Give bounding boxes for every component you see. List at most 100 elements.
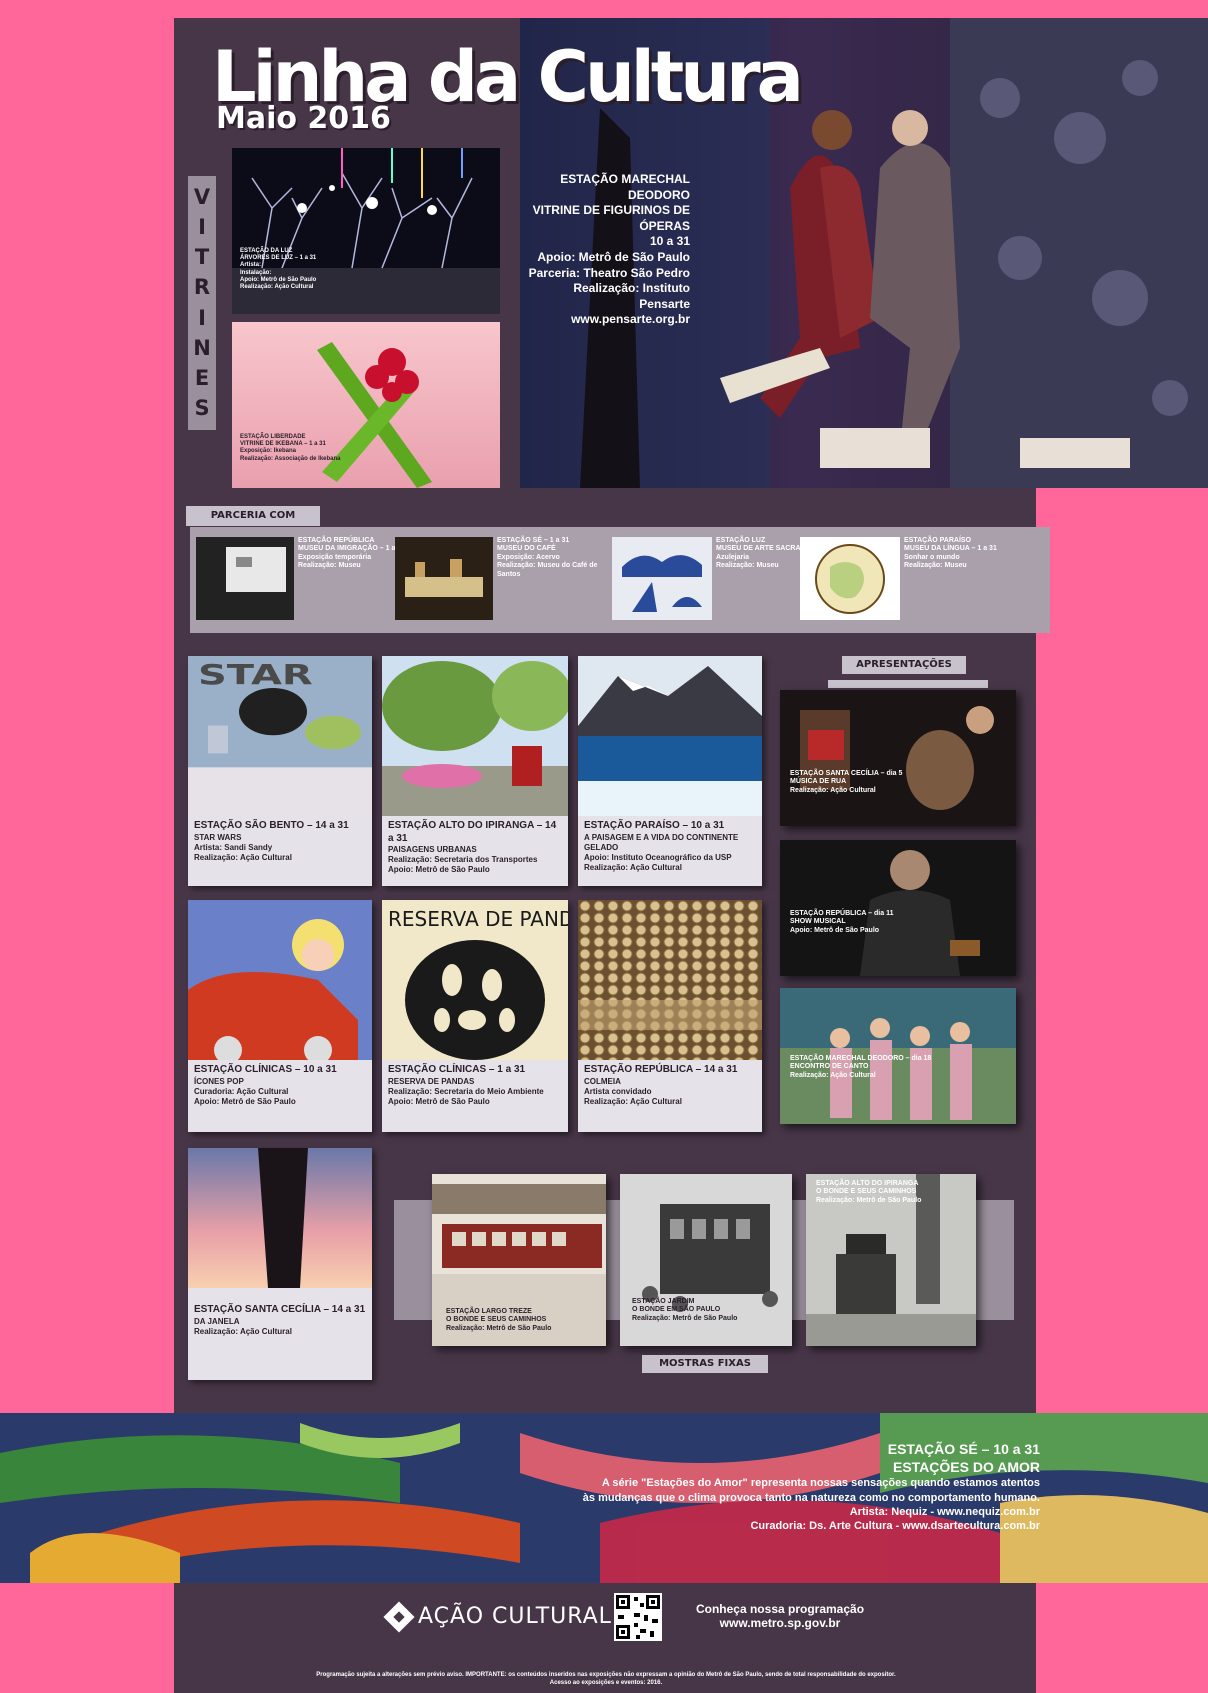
featured-caption: ESTAÇÃO MARECHAL DEODORO VITRINE DE FIGU…	[520, 172, 690, 328]
caption-line: Apoio: Metrô de São Paulo	[388, 1096, 490, 1106]
label-letter: N	[193, 335, 211, 360]
museum-1-image[interactable]	[196, 537, 294, 620]
vitrines-vertical-label: V I T R I N E S	[188, 176, 216, 430]
poster-subtitle: Maio 2016	[216, 101, 391, 136]
program-link[interactable]: www.metro.sp.gov.br	[680, 1616, 880, 1630]
vitrine-ikebana-image[interactable]	[232, 322, 500, 488]
caption-heading: ESTAÇÃO REPÚBLICA – 14 a 31	[584, 1064, 738, 1075]
caption-line: Artista convidado	[584, 1086, 652, 1096]
svg-text:STAR: STAR	[198, 659, 313, 691]
caption-line: O BONDE E SEUS CAMINHOS	[446, 1316, 547, 1324]
caption-sub: COLMEIA	[584, 1076, 621, 1086]
presentation-1-image[interactable]	[780, 690, 1016, 826]
caption-sub: ÍCONES POP	[194, 1076, 244, 1086]
presentation-3-caption: ESTAÇÃO MARECHAL DEODORO – dia 18 ENCONT…	[790, 1055, 940, 1080]
caption-line: ÁRVORES DE LUZ – 1 a 31	[240, 255, 317, 262]
caption-line: VITRINE DE FIGURINOS DE ÓPERAS	[532, 203, 690, 233]
apresentacoes-bar	[828, 680, 988, 688]
caption-line: ESTAÇÃO LIBERDADE	[240, 434, 306, 440]
caption-sub: STAR WARS	[194, 832, 242, 842]
label-letter: S	[194, 396, 210, 421]
banner-line: Artista: Nequiz - www.nequiz.com.br	[849, 1505, 1040, 1518]
banner-title: ESTAÇÕES DO AMOR	[892, 1459, 1040, 1476]
museum-4-caption: ESTAÇÃO PARAÍSO MUSEU DA LÍNGUA – 1 a 31…	[904, 537, 1044, 571]
caption-line: ESTAÇÃO REPÚBLICA – dia 11	[790, 910, 894, 917]
caption-line: O BONDE EM SÃO PAULO	[632, 1306, 721, 1314]
caption-line: ESTAÇÃO MARECHAL DEODORO	[560, 172, 690, 202]
caption-line: Apoio: Instituto Oceanográfico da USP	[584, 852, 732, 862]
footer-cta: Conheça nossa programação www.metro.sp.g…	[680, 1602, 880, 1630]
banner-line: A série "Estações do Amor" representa no…	[601, 1477, 1040, 1490]
banner-caption: ESTAÇÃO SÉ – 10 a 31 ESTAÇÕES DO AMOR A …	[560, 1440, 1040, 1534]
presentation-2-image[interactable]	[780, 840, 1016, 976]
caption-sub: DA JANELA	[194, 1316, 240, 1326]
caption-heading: ESTAÇÃO CLÍNICAS – 1 a 31	[388, 1064, 526, 1075]
svg-text:RESERVA DE PANDAS: RESERVA DE PANDAS	[388, 907, 568, 931]
cta-text: Conheça nossa programação	[695, 1602, 865, 1616]
presentation-2-caption: ESTAÇÃO REPÚBLICA – dia 11 SHOW MUSICAL …	[790, 910, 970, 935]
exhibit-antarctica[interactable]: ESTAÇÃO PARAÍSO – 10 a 31 A PAISAGEM E A…	[578, 656, 762, 886]
exhibit-caption: ESTAÇÃO CLÍNICAS – 1 a 31 RESERVA DE PAN…	[382, 1060, 568, 1132]
museum-2-image[interactable]	[395, 537, 493, 620]
caption-heading: ESTAÇÃO SÃO BENTO – 14 a 31	[194, 820, 349, 831]
caption-line: ENCONTRO DE CANTO	[790, 1063, 869, 1071]
caption-line: Sonhar o mundo	[904, 553, 960, 561]
label-letter: E	[194, 366, 210, 391]
exhibit-caption: ESTAÇÃO CLÍNICAS – 10 a 31 ÍCONES POP Cu…	[188, 1060, 372, 1132]
caption-line: Apoio: Metrô de São Paulo	[790, 926, 880, 934]
apresentacoes-label: APRESENTAÇÕES	[842, 656, 966, 674]
caption-line: Realização: Ação Cultural	[194, 852, 292, 862]
exhibit-caption: ESTAÇÃO PARAÍSO – 10 a 31 A PAISAGEM E A…	[578, 816, 762, 886]
qr-code-icon[interactable]	[614, 1593, 662, 1641]
caption-line: ESTAÇÃO MARECHAL DEODORO – dia 18	[790, 1055, 932, 1062]
caption-line: Apoio: Metrô de São Paulo	[537, 249, 690, 264]
caption-line: Parceria: Theatro São Pedro	[528, 265, 690, 280]
label-letter: I	[198, 305, 206, 330]
caption-line: Exposição: Acervo	[497, 553, 560, 561]
caption-line: SHOW MUSICAL	[790, 918, 846, 926]
acao-cultural-logo[interactable]: AÇÃO CULTURAL	[383, 1600, 612, 1633]
caption-line: Realização: Secretaria do Meio Ambiente	[388, 1086, 544, 1096]
caption-line: ESTAÇÃO LARGO TREZE	[446, 1308, 532, 1315]
caption-line: Realização: Museu do Café de Santos	[497, 562, 598, 578]
caption-line: VITRINE DE IKEBANA – 1 a 31	[240, 441, 326, 448]
parceria-label: PARCERIA COM MUSEUS	[186, 506, 320, 541]
label-letter: R	[193, 275, 211, 300]
caption-line: Realização: Associação de Ikebana	[240, 455, 341, 462]
exhibit-star-wars[interactable]: STAR ESTAÇÃO SÃO BENTO – 14 a 31 STAR WA…	[188, 656, 372, 886]
caption-line: Realização: Ação Cultural	[790, 786, 876, 794]
disclaimer-line: Programação sujeita a alterações sem pré…	[316, 1672, 896, 1678]
exhibit-window[interactable]: ESTAÇÃO SANTA CECÍLIA – 14 a 31 DA JANEL…	[188, 1148, 372, 1380]
museum-4-image[interactable]	[800, 537, 900, 620]
caption-line: O BONDE E SEUS CAMINHOS	[816, 1188, 917, 1196]
label-letter: T	[194, 245, 210, 270]
label-letter: V	[193, 184, 211, 209]
footer-disclaimer: Programação sujeita a alterações sem pré…	[186, 1672, 1026, 1688]
caption-line: Artista:	[240, 262, 262, 269]
exhibit-pop-icons[interactable]: ESTAÇÃO CLÍNICAS – 10 a 31 ÍCONES POP Cu…	[188, 900, 372, 1132]
exhibit-caption: ESTAÇÃO SÃO BENTO – 14 a 31 STAR WARS Ar…	[188, 816, 372, 886]
presentation-1-caption: ESTAÇÃO SANTA CECÍLIA – dia 5 MÚSICA DE …	[790, 770, 940, 795]
caption-line: MÚSICA DE RUA	[790, 778, 847, 786]
caption-heading: ESTAÇÃO CLÍNICAS – 10 a 31	[194, 1064, 337, 1075]
caption-line: 10 a 31	[649, 234, 690, 249]
caption-heading: ESTAÇÃO PARAÍSO – 10 a 31	[584, 820, 725, 831]
caption-line: Realização: Ação Cultural	[584, 862, 682, 872]
disclaimer-line: Acesso ao exposições e eventos: 2016.	[549, 1679, 663, 1686]
caption-line: Realização: Metrô de São Paulo	[632, 1314, 738, 1322]
caption-line: ESTAÇÃO ALTO DO IPIRANGA	[816, 1180, 919, 1187]
tram-2-caption: ESTAÇÃO JARDIM O BONDE EM SÃO PAULO Real…	[632, 1298, 782, 1323]
caption-line: Curadoria: Ação Cultural	[194, 1086, 289, 1096]
exhibit-honeycomb[interactable]: ESTAÇÃO REPÚBLICA – 14 a 31 COLMEIA Arti…	[578, 900, 762, 1132]
caption-line: Apoio: Metrô de São Paulo	[388, 865, 490, 874]
caption-line: Instalação:	[240, 269, 272, 276]
caption-heading: ESTAÇÃO SANTA CECÍLIA – 14 a 31	[194, 1304, 366, 1315]
exhibit-urban-landscape[interactable]: ESTAÇÃO ALTO DO IPIRANGA – 14 a 31 PAISA…	[382, 656, 568, 886]
exhibit-panda-reserve[interactable]: RESERVA DE PANDAS ESTAÇÃO CLÍNICAS – 1 a…	[382, 900, 568, 1132]
diamond-logo-icon	[383, 1600, 415, 1633]
tram-3-caption: ESTAÇÃO ALTO DO IPIRANGA O BONDE E SEUS …	[816, 1180, 966, 1205]
logo-text: AÇÃO CULTURAL	[418, 1604, 612, 1629]
banner-heading: ESTAÇÃO SÉ – 10 a 31	[887, 1441, 1040, 1457]
museum-3-image[interactable]	[612, 537, 712, 620]
caption-line: www.pensarte.org.br	[571, 312, 690, 327]
